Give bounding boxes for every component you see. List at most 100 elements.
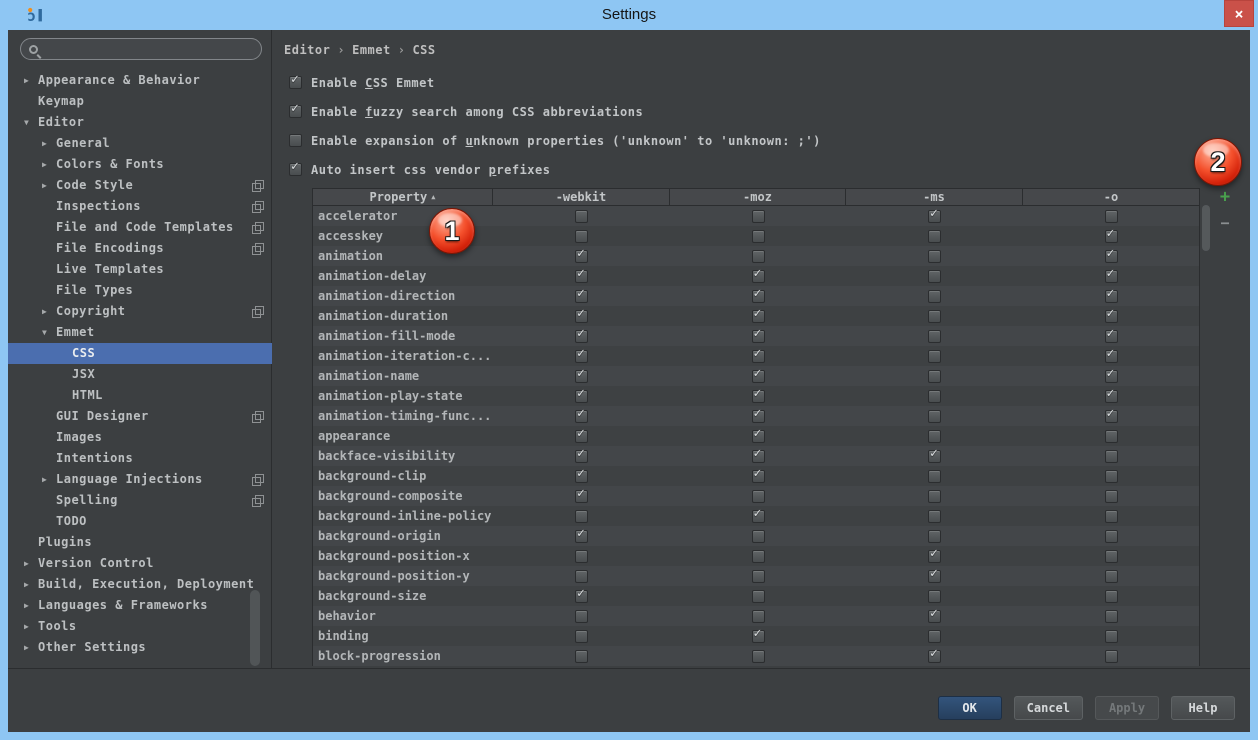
sidebar-item-intentions[interactable]: Intentions	[8, 448, 272, 469]
background-position-x-o-checkbox[interactable]	[1105, 550, 1118, 563]
animation-play-state-ms-checkbox[interactable]	[928, 390, 941, 403]
chevron-right-icon[interactable]: ▶	[42, 175, 56, 196]
background-position-y-o-checkbox[interactable]	[1105, 570, 1118, 583]
property-cell[interactable]: background-size	[313, 586, 493, 606]
auto-insert-css-vendor-prefixes-checkbox[interactable]: ✓	[289, 163, 302, 176]
property-cell[interactable]: background-inline-policy	[313, 506, 493, 526]
background-inline-policy-o-checkbox[interactable]	[1105, 510, 1118, 523]
enable-expansion-of-unknown-properties-u-checkbox[interactable]	[289, 134, 302, 147]
background-origin-o-checkbox[interactable]	[1105, 530, 1118, 543]
block-progression-ms-checkbox[interactable]: ✓	[928, 650, 941, 663]
animation-duration-webkit-checkbox[interactable]: ✓	[575, 310, 588, 323]
chevron-right-icon[interactable]: ▶	[24, 574, 38, 595]
animation-iteration-c-moz-checkbox[interactable]: ✓	[752, 350, 765, 363]
binding-ms-checkbox[interactable]	[928, 630, 941, 643]
binding-o-checkbox[interactable]	[1105, 630, 1118, 643]
appearance-ms-checkbox[interactable]	[928, 430, 941, 443]
sidebar-item-spelling[interactable]: Spelling	[8, 490, 272, 511]
column-header-o[interactable]: -o	[1023, 189, 1199, 205]
background-position-x-webkit-checkbox[interactable]	[575, 550, 588, 563]
animation-direction-webkit-checkbox[interactable]: ✓	[575, 290, 588, 303]
background-origin-ms-checkbox[interactable]	[928, 530, 941, 543]
sidebar-item-todo[interactable]: TODO	[8, 511, 272, 532]
animation-play-state-moz-checkbox[interactable]: ✓	[752, 390, 765, 403]
enable-css-emmet-checkbox[interactable]: ✓	[289, 76, 302, 89]
chevron-right-icon[interactable]: ▶	[42, 133, 56, 154]
background-inline-policy-webkit-checkbox[interactable]	[575, 510, 588, 523]
help-button[interactable]: Help	[1171, 696, 1235, 720]
animation-o-checkbox[interactable]: ✓	[1105, 250, 1118, 263]
property-cell[interactable]: background-composite	[313, 486, 493, 506]
sidebar-item-other-settings[interactable]: ▶Other Settings	[8, 637, 272, 658]
animation-play-state-o-checkbox[interactable]: ✓	[1105, 390, 1118, 403]
property-cell[interactable]: animation-timing-func...	[313, 406, 493, 426]
chevron-right-icon[interactable]: ▶	[42, 154, 56, 175]
enable-fuzzy-search-among-css-abbreviati-checkbox[interactable]: ✓	[289, 105, 302, 118]
animation-direction-ms-checkbox[interactable]	[928, 290, 941, 303]
sidebar-item-language-injections[interactable]: ▶Language Injections	[8, 469, 272, 490]
animation-fill-mode-o-checkbox[interactable]: ✓	[1105, 330, 1118, 343]
property-cell[interactable]: animation-delay	[313, 266, 493, 286]
remove-property-button[interactable]: −	[1216, 214, 1234, 232]
chevron-right-icon[interactable]: ▶	[42, 469, 56, 490]
property-cell[interactable]: animation-direction	[313, 286, 493, 306]
close-button[interactable]: ×	[1224, 0, 1254, 27]
sidebar-item-code-style[interactable]: ▶Code Style	[8, 175, 272, 196]
accesskey-o-checkbox[interactable]: ✓	[1105, 230, 1118, 243]
animation-name-o-checkbox[interactable]: ✓	[1105, 370, 1118, 383]
accesskey-moz-checkbox[interactable]	[752, 230, 765, 243]
column-header-property[interactable]: Property▲	[313, 189, 493, 205]
animation-iteration-c-webkit-checkbox[interactable]: ✓	[575, 350, 588, 363]
background-size-webkit-checkbox[interactable]: ✓	[575, 590, 588, 603]
background-position-y-webkit-checkbox[interactable]	[575, 570, 588, 583]
animation-fill-mode-moz-checkbox[interactable]: ✓	[752, 330, 765, 343]
table-scrollbar-thumb[interactable]	[1202, 205, 1210, 251]
block-progression-o-checkbox[interactable]	[1105, 650, 1118, 663]
sidebar-item-images[interactable]: Images	[8, 427, 272, 448]
property-cell[interactable]: appearance	[313, 426, 493, 446]
property-cell[interactable]: animation-fill-mode	[313, 326, 493, 346]
add-property-button[interactable]: +	[1216, 188, 1234, 206]
background-clip-o-checkbox[interactable]	[1105, 470, 1118, 483]
animation-delay-o-checkbox[interactable]: ✓	[1105, 270, 1118, 283]
appearance-webkit-checkbox[interactable]: ✓	[575, 430, 588, 443]
animation-play-state-webkit-checkbox[interactable]: ✓	[575, 390, 588, 403]
backface-visibility-ms-checkbox[interactable]: ✓	[928, 450, 941, 463]
background-inline-policy-ms-checkbox[interactable]	[928, 510, 941, 523]
chevron-down-icon[interactable]: ▼	[42, 322, 56, 343]
column-header-ms[interactable]: -ms	[846, 189, 1023, 205]
behavior-ms-checkbox[interactable]: ✓	[928, 610, 941, 623]
block-progression-moz-checkbox[interactable]	[752, 650, 765, 663]
sidebar-item-css[interactable]: CSS	[8, 343, 272, 364]
chevron-down-icon[interactable]: ▼	[24, 112, 38, 133]
sidebar-item-version-control[interactable]: ▶Version Control	[8, 553, 272, 574]
column-header-moz[interactable]: -moz	[670, 189, 846, 205]
sidebar-item-file-and-code-templates[interactable]: File and Code Templates	[8, 217, 272, 238]
animation-duration-ms-checkbox[interactable]	[928, 310, 941, 323]
animation-name-moz-checkbox[interactable]: ✓	[752, 370, 765, 383]
background-inline-policy-moz-checkbox[interactable]: ✓	[752, 510, 765, 523]
animation-delay-moz-checkbox[interactable]: ✓	[752, 270, 765, 283]
property-cell[interactable]: block-progression	[313, 646, 493, 666]
background-origin-webkit-checkbox[interactable]: ✓	[575, 530, 588, 543]
behavior-webkit-checkbox[interactable]	[575, 610, 588, 623]
animation-direction-moz-checkbox[interactable]: ✓	[752, 290, 765, 303]
animation-fill-mode-webkit-checkbox[interactable]: ✓	[575, 330, 588, 343]
sidebar-item-inspections[interactable]: Inspections	[8, 196, 272, 217]
animation-iteration-c-o-checkbox[interactable]: ✓	[1105, 350, 1118, 363]
sidebar-item-html[interactable]: HTML	[8, 385, 272, 406]
backface-visibility-webkit-checkbox[interactable]: ✓	[575, 450, 588, 463]
animation-timing-func-moz-checkbox[interactable]: ✓	[752, 410, 765, 423]
appearance-moz-checkbox[interactable]: ✓	[752, 430, 765, 443]
background-composite-webkit-checkbox[interactable]: ✓	[575, 490, 588, 503]
background-clip-webkit-checkbox[interactable]: ✓	[575, 470, 588, 483]
cancel-button[interactable]: Cancel	[1014, 696, 1083, 720]
chevron-right-icon[interactable]: ▶	[24, 553, 38, 574]
property-cell[interactable]: animation-duration	[313, 306, 493, 326]
accelerator-moz-checkbox[interactable]	[752, 210, 765, 223]
accesskey-ms-checkbox[interactable]	[928, 230, 941, 243]
background-position-x-moz-checkbox[interactable]	[752, 550, 765, 563]
background-position-y-ms-checkbox[interactable]: ✓	[928, 570, 941, 583]
animation-fill-mode-ms-checkbox[interactable]	[928, 330, 941, 343]
backface-visibility-o-checkbox[interactable]	[1105, 450, 1118, 463]
